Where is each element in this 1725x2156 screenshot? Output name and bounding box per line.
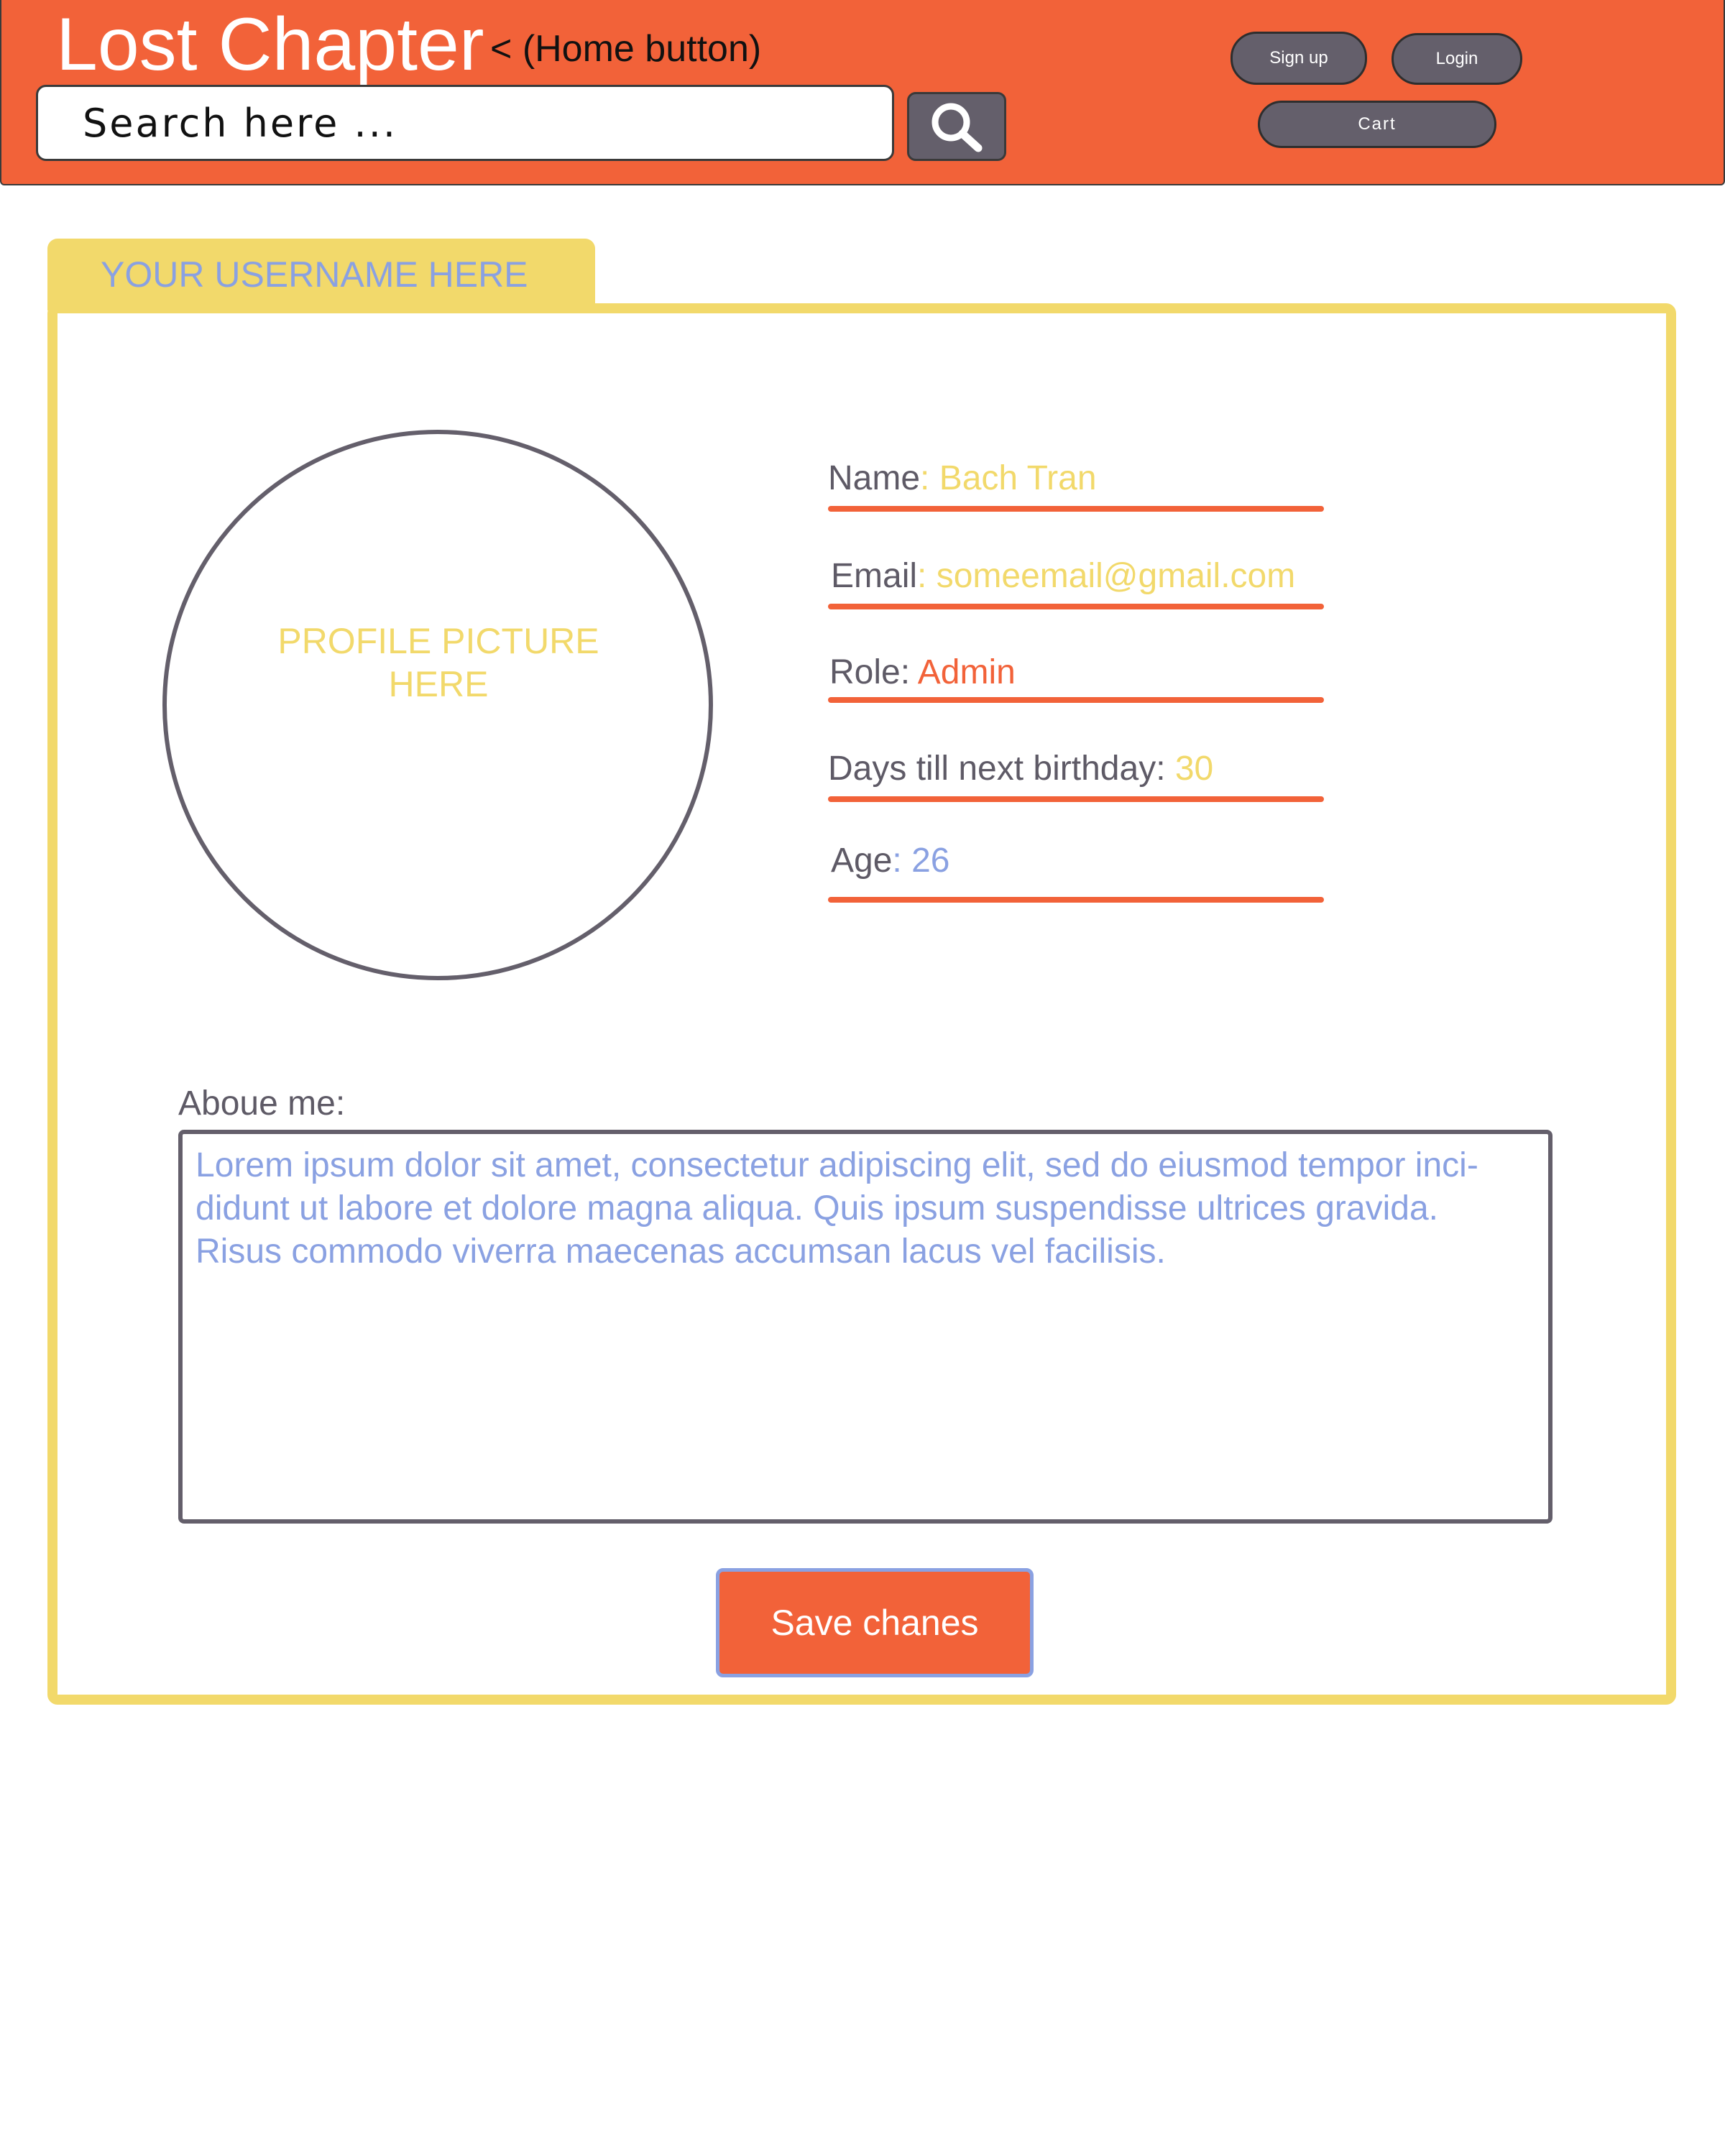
search-icon — [932, 103, 983, 152]
name-underline — [828, 506, 1324, 512]
age-field: Age: 26 — [828, 839, 1324, 903]
name-colon: : — [920, 459, 939, 497]
role-field: Role: Admin — [828, 651, 1324, 703]
email-colon: : — [917, 557, 937, 595]
birthday-field: Days till next birthday: 30 — [828, 747, 1324, 802]
profile-picture-placeholder-line1: PROFILE PICTURE — [277, 621, 599, 661]
email-label: Email — [831, 557, 918, 595]
role-colon: : — [900, 653, 918, 691]
age-label: Age — [831, 842, 893, 880]
name-value: Bach Tran — [939, 459, 1097, 497]
save-changes-button[interactable]: Save chanes — [716, 1568, 1034, 1677]
email-field: Email: someemail@gmail.com — [828, 555, 1324, 609]
about-me-line: didunt ut labore et dolore magna aliqua.… — [196, 1189, 1438, 1227]
email-underline — [828, 604, 1324, 609]
about-me-line: Lorem ipsum dolor sit amet, consectetur … — [196, 1146, 1478, 1184]
search-input[interactable] — [36, 85, 894, 161]
username-tab: YOUR USERNAME HERE — [47, 239, 595, 310]
role-label: Role — [829, 653, 901, 691]
about-me-textarea[interactable]: Lorem ipsum dolor sit amet, consectetur … — [178, 1130, 1552, 1524]
cart-button[interactable]: Cart — [1258, 101, 1496, 148]
about-me-line: Risus commodo viverra maecenas accumsan … — [196, 1233, 1166, 1271]
home-button-annotation: < (Home button) — [490, 28, 762, 70]
profile-picture-placeholder: PROFILE PICTURE HERE — [216, 619, 661, 706]
home-logo-link[interactable]: Lost Chapter — [56, 1, 484, 88]
profile-picture-placeholder-line2: HERE — [388, 664, 489, 704]
age-value: 26 — [911, 842, 950, 880]
birthday-colon: : — [1156, 750, 1175, 788]
birthday-underline — [828, 796, 1324, 802]
login-button[interactable]: Login — [1392, 33, 1522, 85]
role-value: Admin — [917, 653, 1016, 691]
about-me-label: Aboue me: — [178, 1084, 346, 1123]
search-button[interactable] — [907, 92, 1006, 161]
birthday-value: 30 — [1174, 750, 1214, 788]
birthday-label: Days till next birthday — [828, 750, 1156, 788]
username-label: YOUR USERNAME HERE — [101, 254, 528, 295]
age-underline — [828, 897, 1324, 903]
role-underline — [828, 697, 1324, 703]
name-label: Name — [828, 459, 921, 497]
age-colon: : — [892, 842, 912, 880]
name-field: Name: Bach Tran — [828, 457, 1324, 512]
email-value: someemail@gmail.com — [936, 557, 1296, 595]
signup-button[interactable]: Sign up — [1230, 32, 1367, 85]
top-header: Lost Chapter < (Home button) Sign up Log… — [0, 0, 1725, 185]
